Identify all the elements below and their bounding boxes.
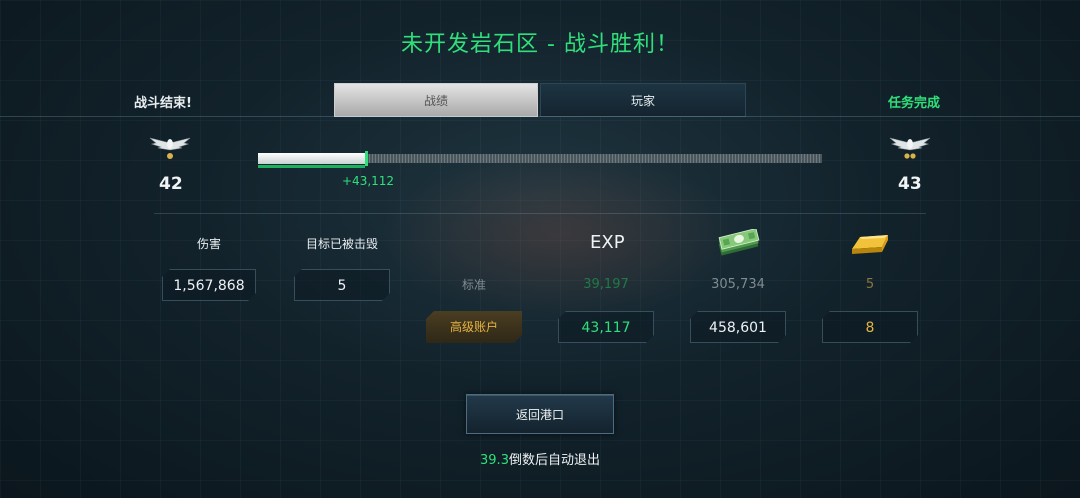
gold-bar-icon [848, 229, 892, 257]
section-divider [154, 213, 926, 214]
premium-account-label: 高级账户 [426, 311, 522, 343]
mission-status: 任务完成 [888, 96, 941, 111]
destroyed-label: 目标已被击毁 [305, 237, 378, 251]
battle-status: 战斗结束! [134, 96, 192, 111]
premium-exp: 43,117 [558, 311, 654, 343]
standard-gold: 5 [865, 277, 875, 292]
damage-value: 1,567,868 [162, 269, 256, 301]
xp-gain-bar [258, 165, 365, 168]
damage-label: 伤害 [196, 237, 221, 251]
auto-exit-countdown: 39.3倒数后自动退出 [0, 449, 1080, 468]
page-title: 未开发岩石区 - 战斗胜利！ [401, 32, 679, 57]
standard-exp: 39,197 [583, 277, 629, 292]
standard-label: 标准 [461, 278, 486, 292]
tab-record[interactable]: 战绩 [334, 83, 538, 117]
xp-marker [365, 151, 368, 166]
countdown-text: 倒数后自动退出 [508, 453, 600, 468]
xp-progress-fill [258, 153, 365, 164]
tab-players[interactable]: 玩家 [540, 83, 746, 117]
xp-gain-text: +43,112 [342, 174, 395, 188]
money-stack-icon [716, 227, 762, 257]
return-to-port-button[interactable]: 返回港口 [466, 394, 614, 434]
next-level: 43 [898, 174, 922, 194]
rank-eagle-icon [148, 134, 192, 164]
xp-progress-bar [258, 153, 822, 164]
current-level: 42 [159, 174, 183, 194]
premium-credits: 458,601 [690, 311, 786, 343]
countdown-seconds: 39.3 [480, 453, 509, 468]
destroyed-value: 5 [294, 269, 390, 301]
premium-gold: 8 [822, 311, 918, 343]
standard-credits: 305,734 [711, 277, 765, 292]
exp-header: EXP [590, 232, 625, 253]
header-divider [0, 116, 1080, 117]
rank-eagle-next-icon [888, 134, 932, 164]
